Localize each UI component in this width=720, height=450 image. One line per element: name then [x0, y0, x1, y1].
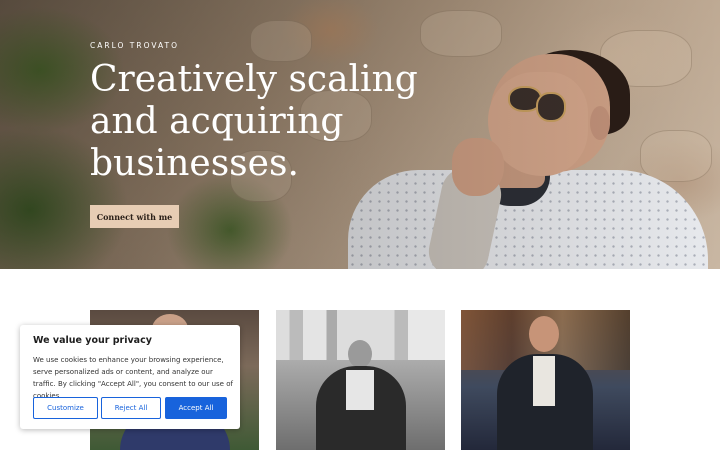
cookie-description: We use cookies to enhance your browsing …: [33, 356, 233, 400]
cookie-title: We value your privacy: [33, 335, 152, 346]
hero-eyebrow: CARLO TROVATO: [90, 41, 180, 50]
cookie-consent-banner: We value your privacy We use cookies to …: [20, 325, 240, 429]
headline-line: and acquiring: [90, 101, 344, 142]
customize-button[interactable]: Customize: [33, 397, 98, 419]
reject-all-button[interactable]: Reject All: [101, 397, 161, 419]
gallery-photo: [276, 310, 445, 450]
connect-button[interactable]: Connect with me: [90, 205, 179, 228]
headline-line: businesses.: [90, 143, 299, 184]
gallery-photo: [461, 310, 630, 450]
hero-headline: Creatively scaling and acquiring busines…: [90, 59, 430, 185]
accept-all-button[interactable]: Accept All: [165, 397, 227, 419]
hero-text: CARLO TROVATO Creatively scaling and acq…: [90, 41, 430, 185]
headline-line: Creatively scaling: [90, 59, 418, 100]
hero-section: CARLO TROVATO Creatively scaling and acq…: [0, 0, 720, 269]
